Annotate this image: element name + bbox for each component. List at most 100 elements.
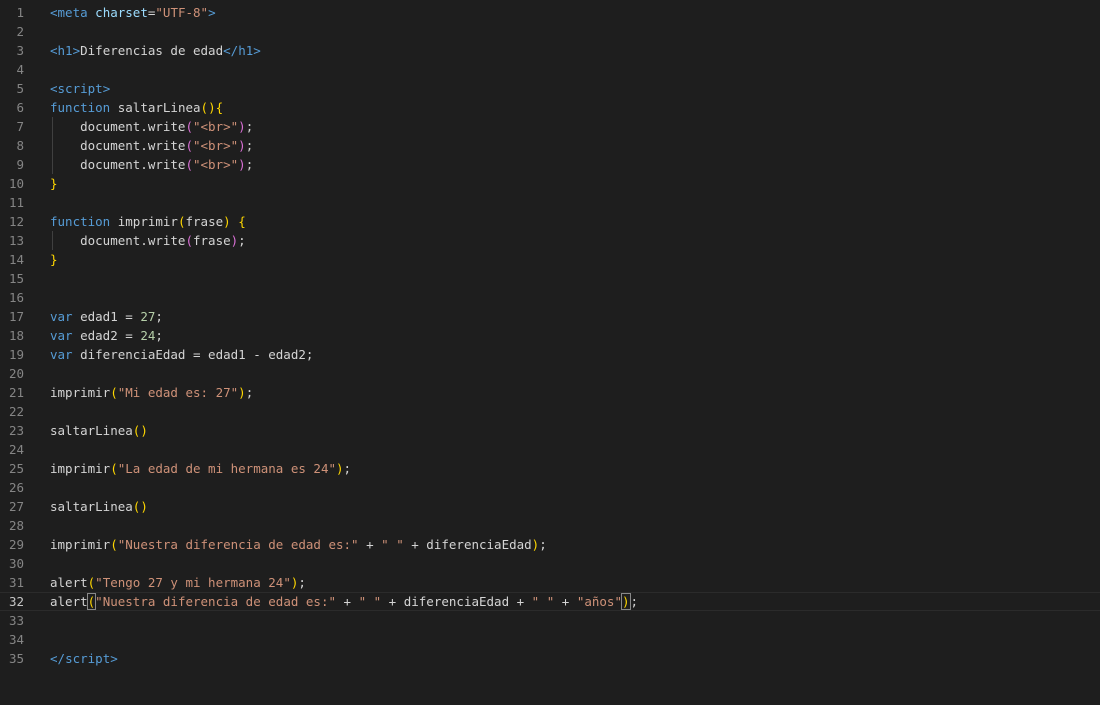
code-line[interactable]: 4	[0, 60, 1100, 79]
code-token: {	[215, 100, 224, 115]
code-token: meta	[57, 5, 88, 20]
code-line[interactable]: 1 <meta charset="UTF-8">	[0, 3, 1100, 22]
line-number: 9	[16, 157, 24, 172]
code-token: "Nuestra diferencia de edad es:"	[117, 537, 359, 552]
code-line[interactable]: 6 function saltarLinea(){	[0, 98, 1100, 117]
code-token: ;	[245, 119, 254, 134]
line-code: document.write("<br>");	[50, 155, 253, 174]
line-code: imprimir("Nuestra diferencia de edad es:…	[50, 535, 547, 554]
code-line[interactable]: 35 </script>	[0, 649, 1100, 668]
line-code: var edad2 = 24;	[50, 326, 163, 345]
line-number: 24	[8, 442, 24, 457]
code-token: )	[238, 119, 246, 134]
code-token: alert	[50, 575, 88, 590]
line-number: 15	[8, 271, 24, 286]
code-line[interactable]: 25 imprimir("La edad de mi hermana es 24"…	[0, 459, 1100, 478]
code-line[interactable]: 23 saltarLinea()	[0, 421, 1100, 440]
line-number: 30	[8, 556, 24, 571]
code-token: "Nuestra diferencia de edad es:"	[95, 594, 336, 609]
code-token: <	[50, 5, 58, 20]
code-line[interactable]: 26	[0, 478, 1100, 497]
line-number: 18	[8, 328, 24, 343]
code-line[interactable]: 13 document.write(frase);	[0, 231, 1100, 250]
line-code: <script>	[50, 79, 110, 98]
code-token: + diferenciaEdad	[403, 537, 532, 552]
code-line[interactable]: 14}	[0, 250, 1100, 269]
code-token: charset	[95, 5, 148, 20]
code-token: function	[50, 100, 111, 115]
code-token: +	[336, 594, 359, 609]
code-token: ()	[200, 100, 216, 115]
code-line[interactable]: 34	[0, 630, 1100, 649]
line-code: }	[50, 250, 58, 269]
code-token: (	[185, 119, 193, 134]
line-code: imprimir("Mi edad es: 27");	[50, 383, 253, 402]
code-token: 24	[140, 328, 156, 343]
code-token: "<br>"	[193, 157, 239, 172]
line-number: 17	[8, 309, 24, 324]
line-code: document.write("<br>");	[50, 117, 253, 136]
line-code: document.write(frase);	[50, 231, 246, 250]
code-token: diferenciaEdad = edad1 - edad2;	[72, 347, 314, 362]
code-token: ;	[343, 461, 352, 476]
line-number: 2	[16, 24, 24, 39]
code-token: imprimir	[117, 214, 178, 229]
line-code: function saltarLinea(){	[50, 98, 223, 117]
code-token: "<br>"	[193, 119, 239, 134]
code-line[interactable]: 2	[0, 22, 1100, 41]
line-number: 5	[16, 81, 24, 96]
code-line[interactable]: 16	[0, 288, 1100, 307]
code-line[interactable]: 3 <h1>Diferencias de edad</h1>	[0, 41, 1100, 60]
code-token: " "	[381, 537, 404, 552]
code-line[interactable]: 7 document.write("<br>");	[0, 117, 1100, 136]
code-token: imprimir	[50, 385, 111, 400]
code-line[interactable]: 27 saltarLinea()	[0, 497, 1100, 516]
line-number: 1	[16, 5, 24, 20]
code-line[interactable]: 22	[0, 402, 1100, 421]
line-number: 22	[8, 404, 24, 419]
code-line[interactable]: 20	[0, 364, 1100, 383]
code-line[interactable]: 32 alert("Nuestra diferencia de edad es:"…	[0, 592, 1100, 611]
line-number: 6	[16, 100, 24, 115]
code-token: "Mi edad es: 27"	[117, 385, 239, 400]
code-token: var	[50, 328, 73, 343]
code-line[interactable]: 28	[0, 516, 1100, 535]
code-line[interactable]: 15	[0, 269, 1100, 288]
code-line[interactable]: 9 document.write("<br>");	[0, 155, 1100, 174]
code-token: "La edad de mi hermana es 24"	[117, 461, 336, 476]
code-line[interactable]: 21 imprimir("Mi edad es: 27");	[0, 383, 1100, 402]
code-line[interactable]: 10}	[0, 174, 1100, 193]
code-line[interactable]: 30	[0, 554, 1100, 573]
code-token: saltarLinea	[50, 423, 133, 438]
code-line[interactable]: 12 function imprimir(frase) {	[0, 212, 1100, 231]
code-line[interactable]: 11	[0, 193, 1100, 212]
code-line[interactable]: 18 var edad2 = 24;	[0, 326, 1100, 345]
code-line[interactable]: 31 alert("Tengo 27 y mi hermana 24");	[0, 573, 1100, 592]
line-number: 28	[8, 518, 24, 533]
code-line[interactable]: 5 <script>	[0, 79, 1100, 98]
code-line[interactable]: 19 var diferenciaEdad = edad1 - edad2;	[0, 345, 1100, 364]
line-number: 20	[8, 366, 24, 381]
line-number: 11	[8, 195, 24, 210]
code-token: 27	[140, 309, 156, 324]
line-number: 3	[16, 43, 24, 58]
code-token: var	[50, 347, 73, 362]
code-line[interactable]: 8 document.write("<br>");	[0, 136, 1100, 155]
line-number: 14	[8, 252, 24, 267]
line-number: 19	[8, 347, 24, 362]
code-token: alert	[50, 594, 88, 609]
code-token: script	[65, 651, 111, 666]
code-token: " "	[358, 594, 382, 609]
code-line[interactable]: 17 var edad1 = 27;	[0, 307, 1100, 326]
code-token: }	[50, 176, 58, 191]
code-token: "<br>"	[193, 138, 239, 153]
code-line[interactable]: 33	[0, 611, 1100, 630]
code-token: >	[208, 5, 216, 20]
code-token: </	[223, 43, 239, 58]
line-number: 31	[8, 575, 24, 590]
code-editor[interactable]: 1 <meta charset="UTF-8"> 2 3 <h1>Diferencias…	[0, 0, 1100, 705]
code-line[interactable]: 29 imprimir("Nuestra diferencia de edad e…	[0, 535, 1100, 554]
line-code: imprimir("La edad de mi hermana es 24");	[50, 459, 351, 478]
code-line[interactable]: 24	[0, 440, 1100, 459]
code-token: (	[110, 385, 118, 400]
